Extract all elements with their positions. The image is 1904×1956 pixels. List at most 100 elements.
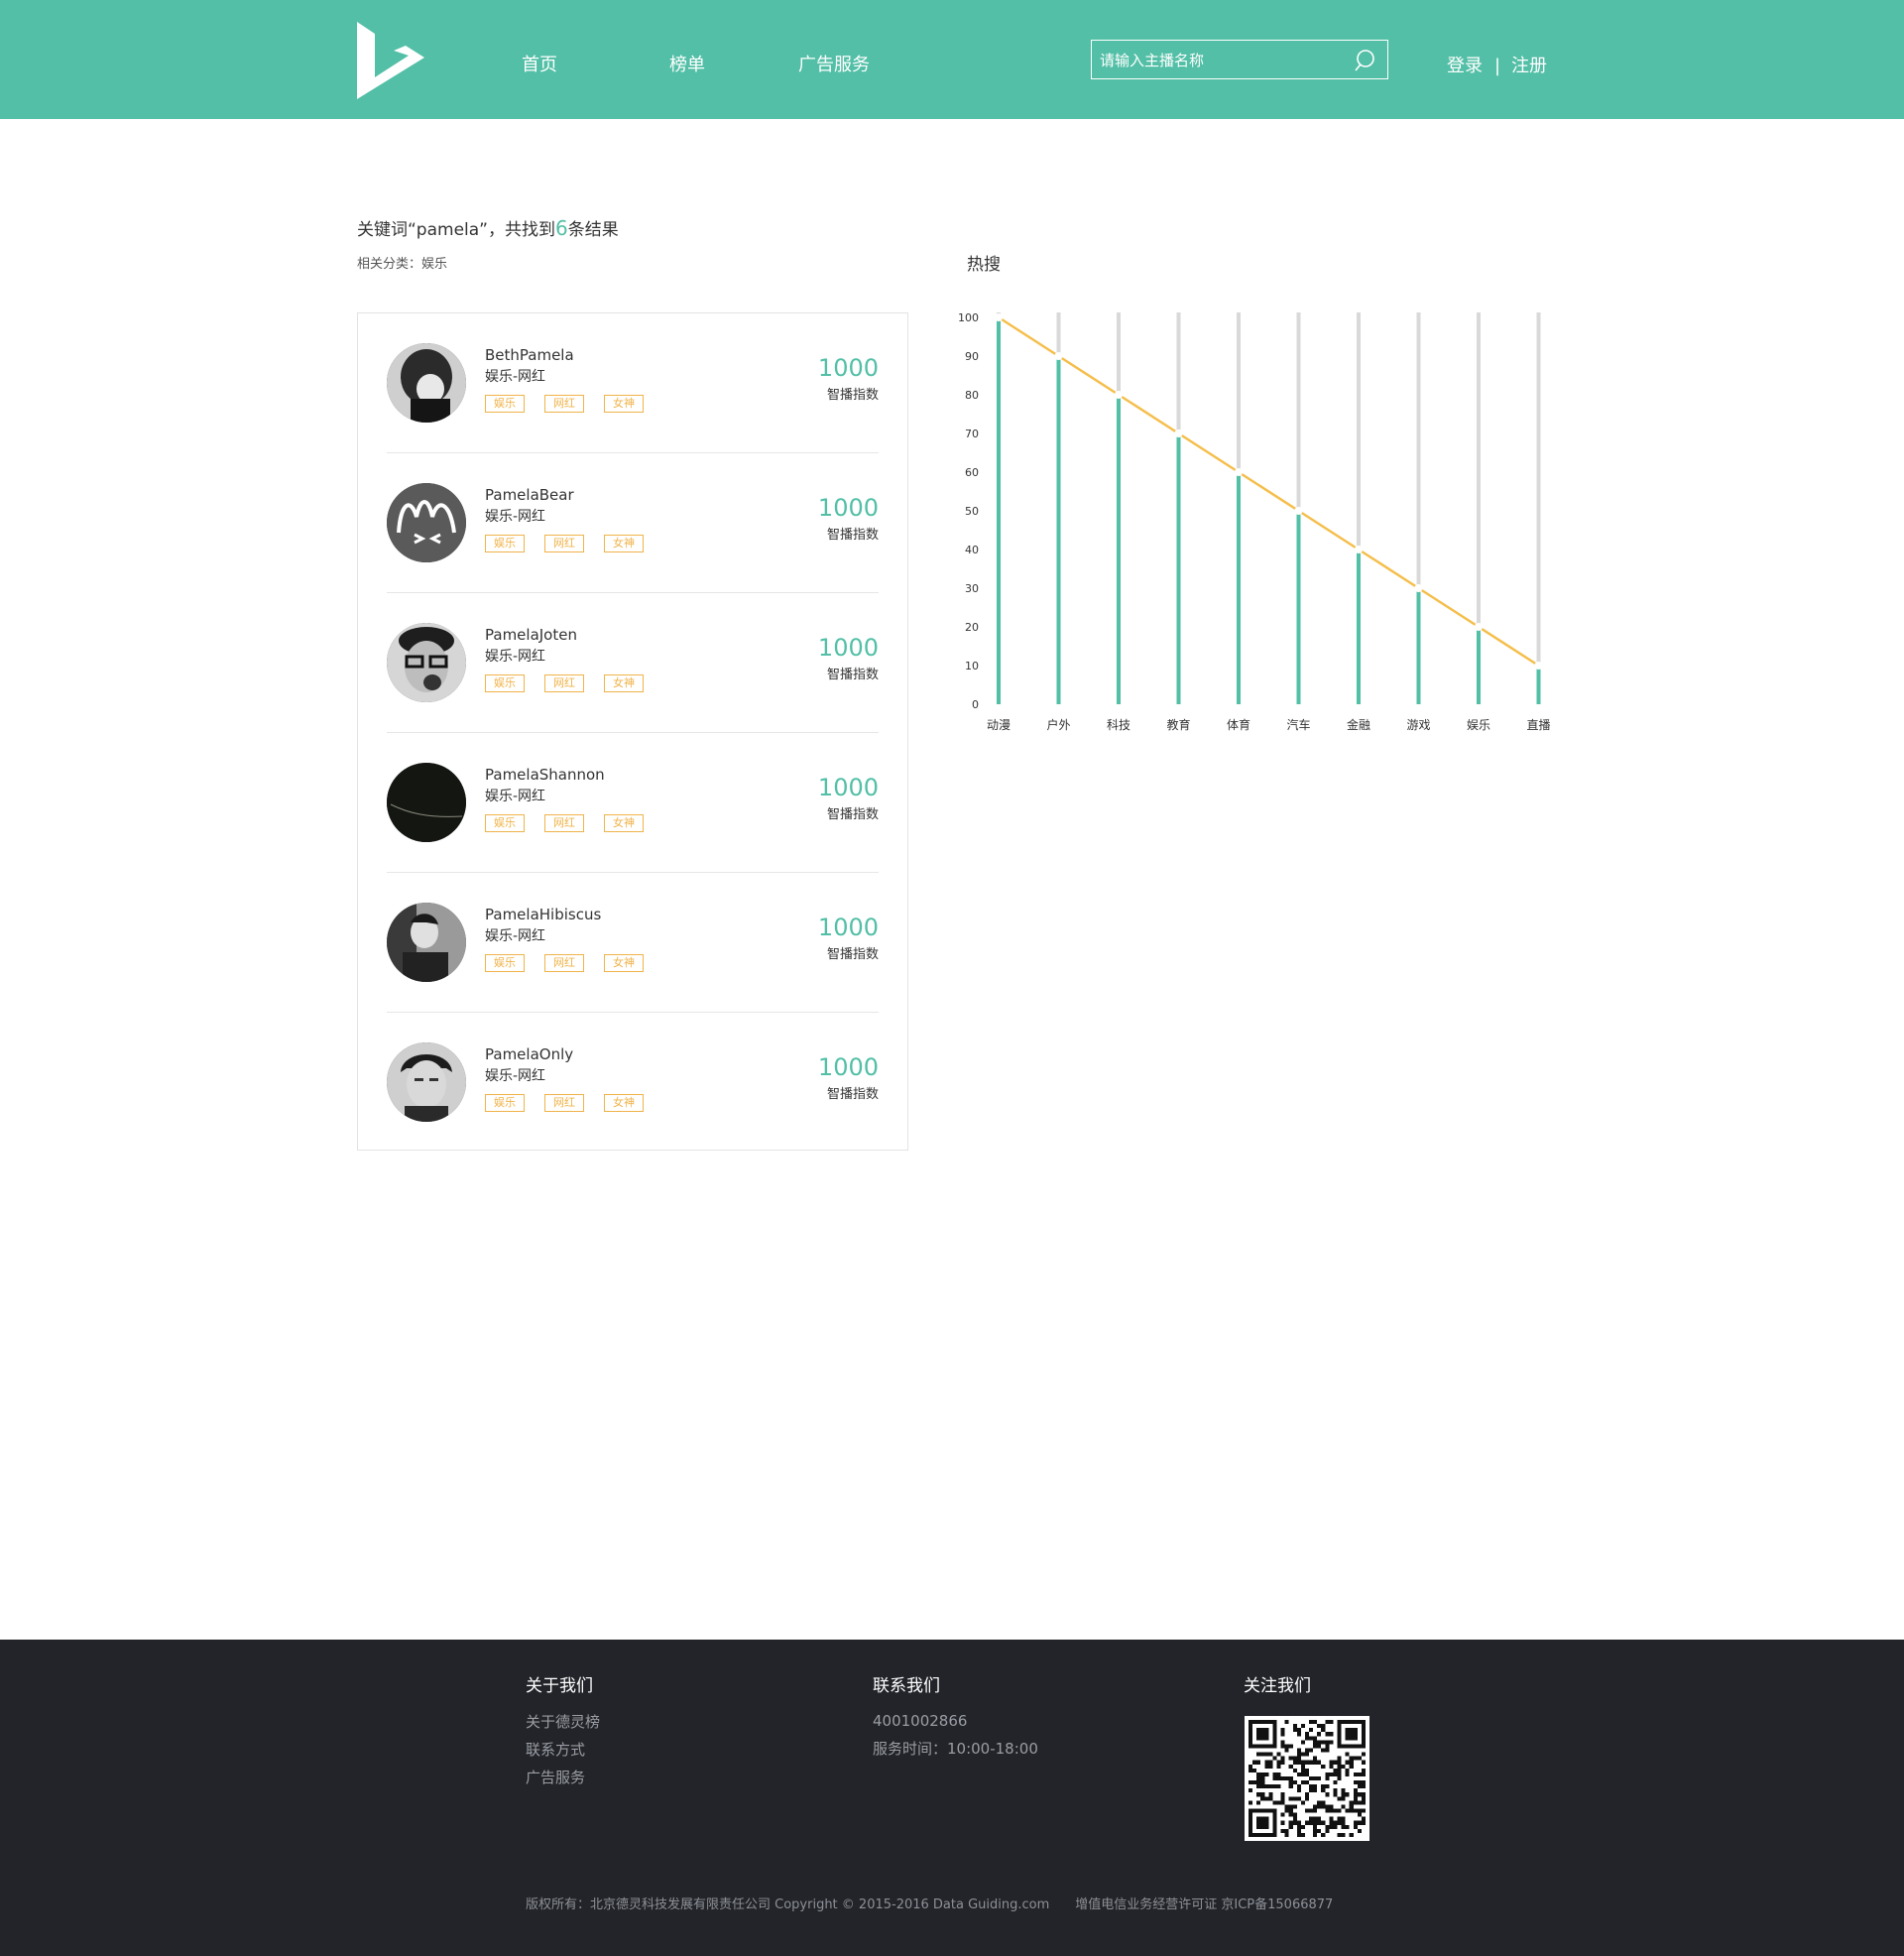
data-point (1174, 429, 1183, 437)
tag[interactable]: 网红 (544, 395, 584, 413)
x-tick-label: 娱乐 (1467, 718, 1490, 732)
y-tick-label: 60 (965, 466, 979, 479)
score-value: 1000 (817, 1053, 879, 1081)
nav-home[interactable]: 首页 (522, 54, 557, 77)
x-tick-label: 动漫 (987, 718, 1011, 732)
logo[interactable] (357, 22, 424, 99)
tag[interactable]: 女神 (604, 674, 644, 692)
tag[interactable]: 女神 (604, 814, 644, 832)
result-item[interactable]: BethPamela 娱乐-网红 娱乐 网红 女神 1000 智播指数 (387, 313, 879, 453)
tag[interactable]: 女神 (604, 954, 644, 972)
avatar[interactable] (387, 483, 466, 562)
tag[interactable]: 网红 (544, 535, 584, 552)
result-summary-prefix: 关键词“pamela”，共找到 (357, 220, 555, 240)
y-tick-label: 90 (965, 350, 979, 363)
score-label: 智播指数 (826, 668, 879, 682)
tag[interactable]: 娱乐 (485, 954, 525, 972)
footer-phone: 4001002866 (873, 1712, 968, 1730)
footer-follow-title: 关注我们 (1244, 1676, 1311, 1696)
footer-link-about[interactable]: 关于德灵榜 (526, 1711, 600, 1733)
streamer-name[interactable]: BethPamela (485, 345, 574, 365)
streamer-name[interactable]: PamelaHibiscus (485, 905, 601, 924)
footer-about-title: 关于我们 (526, 1676, 593, 1696)
footer-hours: 服务时间：10:00-18:00 (873, 1740, 1038, 1758)
y-tick-label: 50 (965, 505, 979, 518)
score-value: 1000 (817, 634, 879, 662)
result-summary: 关键词“pamela”，共找到6条结果 (357, 216, 619, 242)
streamer-category: 娱乐-网红 (485, 789, 546, 804)
tag[interactable]: 女神 (604, 395, 644, 413)
nav-rankings[interactable]: 榜单 (669, 54, 705, 77)
score-label: 智播指数 (826, 807, 879, 822)
streamer-category: 娱乐-网红 (485, 649, 546, 665)
footer-contact-title: 联系我们 (873, 1676, 940, 1696)
qr-code (1245, 1716, 1369, 1841)
data-point (1534, 662, 1543, 670)
avatar[interactable] (387, 903, 466, 982)
streamer-name[interactable]: PamelaOnly (485, 1044, 573, 1064)
search-box (1091, 40, 1388, 79)
tag[interactable]: 娱乐 (485, 1094, 525, 1112)
trend-line (998, 315, 1540, 668)
login-link[interactable]: 登录 (1447, 55, 1483, 78)
related-category: 相关分类：娱乐 (357, 257, 448, 272)
tag[interactable]: 娱乐 (485, 395, 525, 413)
score-label: 智播指数 (826, 1087, 879, 1102)
score-label: 智播指数 (826, 388, 879, 403)
y-tick-label: 40 (965, 544, 979, 556)
tag[interactable]: 网红 (544, 1094, 584, 1112)
streamer-category: 娱乐-网红 (485, 509, 546, 525)
search-input[interactable] (1100, 49, 1348, 72)
y-tick-label: 100 (958, 311, 979, 324)
footer-link-ad-service[interactable]: 广告服务 (526, 1767, 585, 1788)
streamer-name[interactable]: PamelaShannon (485, 765, 605, 785)
streamer-category: 娱乐-网红 (485, 1068, 546, 1084)
score-value: 1000 (817, 774, 879, 801)
result-item[interactable]: PamelaOnly 娱乐-网红 娱乐 网红 女神 1000 智播指数 (387, 1013, 879, 1153)
score-value: 1000 (817, 354, 879, 382)
data-point (1414, 584, 1423, 592)
tag[interactable]: 娱乐 (485, 674, 525, 692)
data-point (1294, 507, 1303, 515)
y-tick-label: 20 (965, 621, 979, 634)
result-item[interactable]: PamelaShannon 娱乐-网红 娱乐 网红 女神 1000 智播指数 (387, 733, 879, 873)
avatar[interactable] (387, 1042, 466, 1122)
result-count: 6 (554, 216, 568, 240)
avatar[interactable] (387, 623, 466, 702)
streamer-name[interactable]: PamelaJoten (485, 625, 577, 645)
streamer-category: 娱乐-网红 (485, 369, 546, 385)
result-item[interactable]: PamelaJoten 娱乐-网红 娱乐 网红 女神 1000 智播指数 (387, 593, 879, 733)
nav-ad-service[interactable]: 广告服务 (798, 54, 870, 77)
data-point (1475, 623, 1483, 631)
streamer-name[interactable]: PamelaBear (485, 485, 574, 505)
data-point (1115, 391, 1123, 399)
tag[interactable]: 网红 (544, 814, 584, 832)
register-link[interactable]: 注册 (1511, 55, 1547, 78)
tag[interactable]: 女神 (604, 1094, 644, 1112)
x-tick-label: 科技 (1107, 718, 1130, 732)
avatar[interactable] (387, 343, 466, 423)
result-item[interactable]: PamelaBear 娱乐-网红 娱乐 网红 女神 1000 智播指数 (387, 453, 879, 593)
tag[interactable]: 网红 (544, 674, 584, 692)
auth-separator: | (1494, 56, 1501, 76)
search-icon[interactable] (1354, 48, 1379, 73)
streamer-category: 娱乐-网红 (485, 928, 546, 944)
y-tick-label: 10 (965, 660, 979, 672)
tag[interactable]: 网红 (544, 954, 584, 972)
y-tick-label: 80 (965, 389, 979, 402)
score-label: 智播指数 (826, 947, 879, 962)
x-tick-label: 户外 (1046, 717, 1070, 732)
tag[interactable]: 女神 (604, 535, 644, 552)
result-item[interactable]: PamelaHibiscus 娱乐-网红 娱乐 网红 女神 1000 智播指数 (387, 873, 879, 1013)
avatar[interactable] (387, 763, 466, 842)
data-point (1054, 352, 1063, 360)
tag[interactable]: 娱乐 (485, 814, 525, 832)
footer-link-contact[interactable]: 联系方式 (526, 1739, 585, 1761)
hot-search-chart: 0 10 20 30 40 50 60 70 80 90 100 动漫 户外 科技 教育 体育 汽车 金融 游戏 娱乐… (958, 311, 1551, 732)
y-tick-label: 30 (965, 582, 979, 595)
y-tick-label: 70 (965, 428, 979, 440)
x-tick-label: 汽车 (1286, 717, 1310, 732)
top-navbar: 首页 榜单 广告服务 登录 | 注册 (0, 0, 1904, 119)
tag[interactable]: 娱乐 (485, 535, 525, 552)
data-point (995, 313, 1003, 321)
